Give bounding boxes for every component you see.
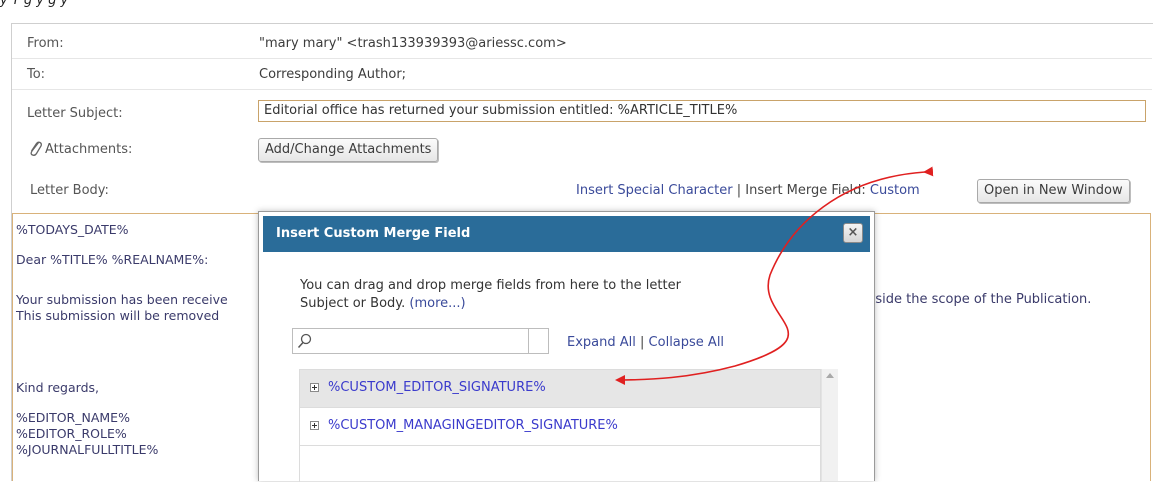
body-line-editor-name: %EDITOR_NAME% [16,410,130,425]
merge-field-item[interactable]: %CUSTOM_EDITOR_SIGNATURE% [300,370,820,408]
expand-collapse-links: Expand All | Collapse All [567,335,724,350]
merge-field-search-input[interactable] [292,328,548,354]
from-value: "mary mary" <trash133939393@ariessc.com> [259,36,567,51]
description-line2: Subject or Body. [300,296,406,311]
to-label: To: [27,67,46,82]
search-icon [297,333,312,349]
subject-row: Letter Subject: Editorial office has ret… [12,97,1152,130]
body-toolbar: Insert Special Character | Insert Merge … [576,183,920,198]
body-line-journal-title: %JOURNALFULLTITLE% [16,442,159,457]
letter-body-label: Letter Body: [30,183,109,198]
from-row: From: "mary mary" <trash133939393@ariess… [12,28,1152,59]
merge-field-item[interactable]: %CUSTOM_MANAGINGEDITOR_SIGNATURE% [300,408,820,446]
description-line1: You can drag and drop merge fields from … [300,278,681,293]
dialog-title-bar[interactable]: Insert Custom Merge Field × [263,216,870,252]
subject-label: Letter Subject: [27,106,123,121]
body-line-editor-role: %EDITOR_ROLE% [16,426,127,441]
merge-field-list: %CUSTOM_EDITOR_SIGNATURE% %CUSTOM_MANAGI… [299,369,821,482]
paperclip-icon [30,141,42,156]
cropped-top-text: y T g y g y [0,0,69,8]
insert-custom-merge-field-dialog: Insert Custom Merge Field × You can drag… [258,211,875,482]
toolbar-separator: | [736,183,742,198]
dialog-title: Insert Custom Merge Field [276,226,471,241]
expand-plus-icon[interactable] [310,421,319,430]
more-link[interactable]: (more...) [409,296,465,311]
insert-merge-field-label: Insert Merge Field: [745,183,866,198]
merge-field-label[interactable]: %CUSTOM_EDITOR_SIGNATURE% [328,380,546,395]
from-label: From: [27,36,64,51]
expand-plus-icon[interactable] [310,383,319,392]
close-icon[interactable]: × [843,223,863,243]
to-row: To: Corresponding Author; [12,59,1152,90]
body-line-regards: Kind regards, [16,380,99,395]
add-change-attachments-button[interactable]: Add/Change Attachments [258,138,439,162]
scroll-up-arrow-icon[interactable] [826,373,834,378]
subject-input[interactable]: Editorial office has returned your submi… [258,100,1146,122]
expand-all-link[interactable]: Expand All [567,335,636,350]
list-scrollbar[interactable] [821,369,838,481]
search-clear-button[interactable] [528,328,549,354]
attachments-row: Attachments: Add/Change Attachments [12,132,1152,166]
body-line-scope: utside the scope of the Publication. [862,292,1092,307]
body-line-salutation: Dear %TITLE% %REALNAME%: [16,252,209,267]
open-in-new-window-button[interactable]: Open in New Window [977,179,1130,203]
links-separator: | [640,335,645,350]
insert-special-character-link[interactable]: Insert Special Character [576,183,733,198]
collapse-all-link[interactable]: Collapse All [649,335,725,350]
to-value: Corresponding Author; [259,67,407,82]
attachments-label: Attachments: [45,142,133,157]
body-line-date: %TODAYS_DATE% [16,222,129,237]
custom-merge-field-link[interactable]: Custom [870,183,920,198]
merge-field-label[interactable]: %CUSTOM_MANAGINGEDITOR_SIGNATURE% [328,418,618,433]
body-line-received: Your submission has been receive [16,292,228,307]
dialog-description: You can drag and drop merge fields from … [300,277,770,313]
body-line-removed: This submission will be removed [16,308,220,323]
